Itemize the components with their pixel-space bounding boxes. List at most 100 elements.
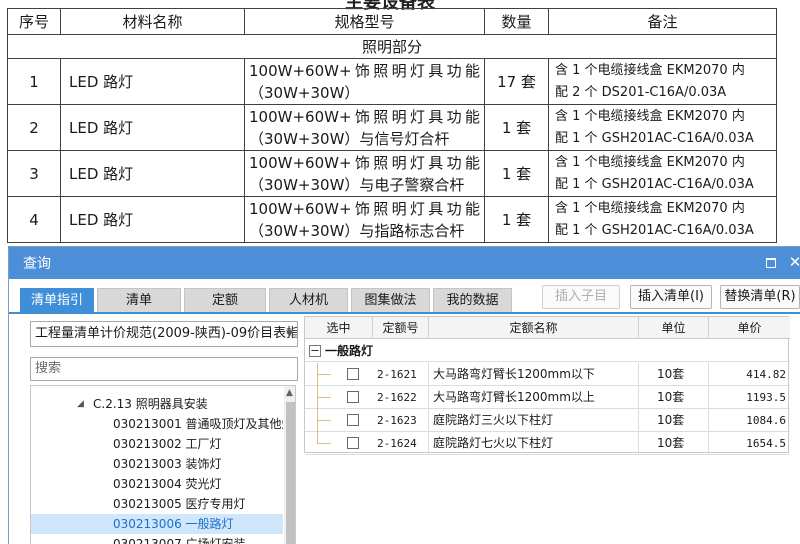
note-line: 配 1 个 GSH201AC-C16A/0.03A (555, 176, 754, 192)
group-row[interactable]: − 一般路灯 (305, 340, 790, 362)
col-unit[interactable]: 单位 (639, 317, 709, 339)
tree-item[interactable]: 030213003 装饰灯 (31, 454, 283, 474)
tab-my-data[interactable]: 我的数据 (433, 288, 512, 312)
row-no: 2 (7, 104, 61, 151)
tree-line (317, 397, 331, 398)
dialog-titlebar[interactable]: 查询 ✕ (9, 247, 800, 279)
collapse-icon[interactable]: − (309, 345, 321, 357)
scroll-up-icon[interactable]: ▲ (286, 388, 293, 398)
row-note: 含 1 个电缆接线盒 EKM2070 内配 2 个 DS201-C16A/0.0… (548, 58, 777, 105)
row-checkbox[interactable] (347, 368, 359, 380)
note-line: 含 1 个电缆接线盒 EKM2070 内 (555, 108, 745, 124)
cell-code: 2-1624 (373, 432, 429, 454)
group-label: 一般路灯 (325, 344, 374, 358)
row-spec: 100W+60W+饰照明灯具功能（30W+30W） (244, 58, 485, 105)
row-checkbox[interactable] (347, 437, 359, 449)
row-name: LED 路灯 (60, 196, 245, 243)
insert-child-button[interactable]: 插入子目 (542, 285, 620, 309)
row-no: 4 (7, 196, 61, 243)
col-quota-code[interactable]: 定额号 (373, 317, 429, 339)
tree-item[interactable]: 030213002 工厂灯 (31, 434, 283, 454)
maximize-icon[interactable] (764, 255, 778, 269)
row-name: LED 路灯 (60, 104, 245, 151)
tab-atlas-practice[interactable]: 图集做法 (351, 288, 430, 312)
replace-list-button[interactable]: 替换清单(R) (720, 285, 800, 309)
tab-labor-material-machine[interactable]: 人材机 (269, 288, 348, 312)
table-row: 3 LED 路灯 100W+60W+饰照明灯具功能（30W+30W）与电子警察合… (7, 150, 777, 197)
header-spec: 规格型号 (244, 8, 485, 35)
note-line: 配 1 个 GSH201AC-C16A/0.03A (555, 222, 754, 238)
row-name: LED 路灯 (60, 58, 245, 105)
tree-parent-label: C.2.13 照明器具安装 (93, 397, 208, 411)
tree-item[interactable]: 030213004 荧光灯 (31, 474, 283, 494)
table-row[interactable]: 2-1624 庭院路灯七火以下柱灯 10套 1654.5 (305, 432, 790, 455)
cell-price: 1084.6 (746, 414, 786, 427)
spec-combo[interactable]: 工程量清单计价规范(2009-陕西)-09价目表指引 ▼ (30, 321, 298, 347)
col-unit-price[interactable]: 单价 (709, 317, 790, 339)
search-input[interactable]: 搜索 (30, 357, 298, 381)
header-material-name: 材料名称 (60, 8, 245, 35)
tree-item[interactable]: 030213005 医疗专用灯 (31, 494, 283, 514)
table-row[interactable]: 2-1622 大马路弯灯臂长1200mm以上 10套 1193.5 (305, 386, 790, 409)
grid-header: 选中 定额号 定额名称 单位 单价 (305, 317, 790, 339)
note-line: 含 1 个电缆接线盒 EKM2070 内 (555, 154, 745, 170)
row-spec: 100W+60W+饰照明灯具功能（30W+30W）与电子警察合杆 (244, 150, 485, 197)
header-note: 备注 (548, 8, 777, 35)
cell-name: 庭院路灯七火以下柱灯 (429, 432, 639, 454)
tree-line (317, 374, 331, 375)
row-qty: 1 套 (484, 104, 549, 151)
row-no: 1 (7, 58, 61, 105)
row-qty: 1 套 (484, 196, 549, 243)
materials-table: 序号 材料名称 规格型号 数量 备注 照明部分 1 LED 路灯 100W+60… (7, 8, 777, 243)
row-checkbox[interactable] (347, 391, 359, 403)
tab-list[interactable]: 清单 (97, 288, 181, 312)
row-name: LED 路灯 (60, 150, 245, 197)
tree-line (317, 420, 331, 421)
row-qty: 1 套 (484, 150, 549, 197)
chevron-down-icon[interactable]: ▼ (286, 322, 293, 346)
cell-name: 庭院路灯三火以下柱灯 (429, 409, 639, 431)
row-spec: 100W+60W+饰照明灯具功能（30W+30W）与指路标志合杆 (244, 196, 485, 243)
cell-code: 2-1622 (373, 386, 429, 408)
expand-arrow-icon[interactable]: ◢ (77, 394, 84, 414)
table-row: 2 LED 路灯 100W+60W+饰照明灯具功能（30W+30W）与信号灯合杆… (7, 104, 777, 151)
insert-list-button[interactable]: 插入清单(I) (630, 285, 712, 309)
query-dialog: 查询 ✕ 清单指引 清单 定额 人材机 图集做法 我的数据 插入子目 插入清单(… (8, 246, 800, 544)
note-line: 配 2 个 DS201-C16A/0.03A (555, 84, 727, 100)
cell-price: 1654.5 (746, 437, 786, 450)
list-tree: ◢ C.2.13 照明器具安装 030213001 普通吸顶灯及其他灯具 030… (30, 385, 296, 544)
table-header-row: 序号 材料名称 规格型号 数量 备注 (7, 8, 777, 35)
row-no: 3 (7, 150, 61, 197)
tree-item[interactable]: 030213001 普通吸顶灯及其他灯具 (31, 414, 283, 434)
scrollbar-thumb[interactable] (286, 402, 295, 544)
row-checkbox[interactable] (347, 414, 359, 426)
quota-grid: 选中 定额号 定额名称 单位 单价 − 一般路灯 2-1621 大马路弯灯臂长1… (304, 316, 790, 455)
tab-underline (9, 312, 800, 314)
tree-item-selected[interactable]: 030213006 一般路灯 (31, 514, 283, 534)
cell-code: 2-1623 (373, 409, 429, 431)
tree-item[interactable]: 030213007 广场灯安装 (31, 534, 283, 544)
table-row: 4 LED 路灯 100W+60W+饰照明灯具功能（30W+30W）与指路标志合… (7, 196, 777, 243)
row-qty: 17 套 (484, 58, 549, 105)
tree-parent-node[interactable]: ◢ C.2.13 照明器具安装 (31, 394, 283, 414)
note-line: 配 1 个 GSH201AC-C16A/0.03A (555, 130, 754, 146)
col-quota-name[interactable]: 定额名称 (429, 317, 639, 339)
table-row[interactable]: 2-1621 大马路弯灯臂长1200mm以下 10套 414.82 (305, 363, 790, 386)
cell-name: 大马路弯灯臂长1200mm以下 (429, 363, 639, 385)
col-selected[interactable]: 选中 (305, 317, 373, 339)
tree-scrollbar[interactable]: ▲ (284, 386, 295, 544)
table-row[interactable]: 2-1623 庭院路灯三火以下柱灯 10套 1084.6 (305, 409, 790, 432)
cell-unit: 10套 (639, 409, 709, 431)
tab-quota[interactable]: 定额 (184, 288, 266, 312)
row-note: 含 1 个电缆接线盒 EKM2070 内配 1 个 GSH201AC-C16A/… (548, 104, 777, 151)
section-title: 照明部分 (7, 34, 777, 59)
spec-combo-value: 工程量清单计价规范(2009-陕西)-09价目表指引 (35, 326, 298, 341)
row-note: 含 1 个电缆接线盒 EKM2070 内配 1 个 GSH201AC-C16A/… (548, 150, 777, 197)
tab-list-guide[interactable]: 清单指引 (20, 288, 94, 312)
table-row: 1 LED 路灯 100W+60W+饰照明灯具功能（30W+30W） 17 套 … (7, 58, 777, 105)
cell-code: 2-1621 (373, 363, 429, 385)
cell-unit: 10套 (639, 363, 709, 385)
dialog-title: 查询 (23, 256, 51, 272)
close-icon[interactable]: ✕ (788, 255, 800, 270)
tree-line (317, 443, 331, 444)
